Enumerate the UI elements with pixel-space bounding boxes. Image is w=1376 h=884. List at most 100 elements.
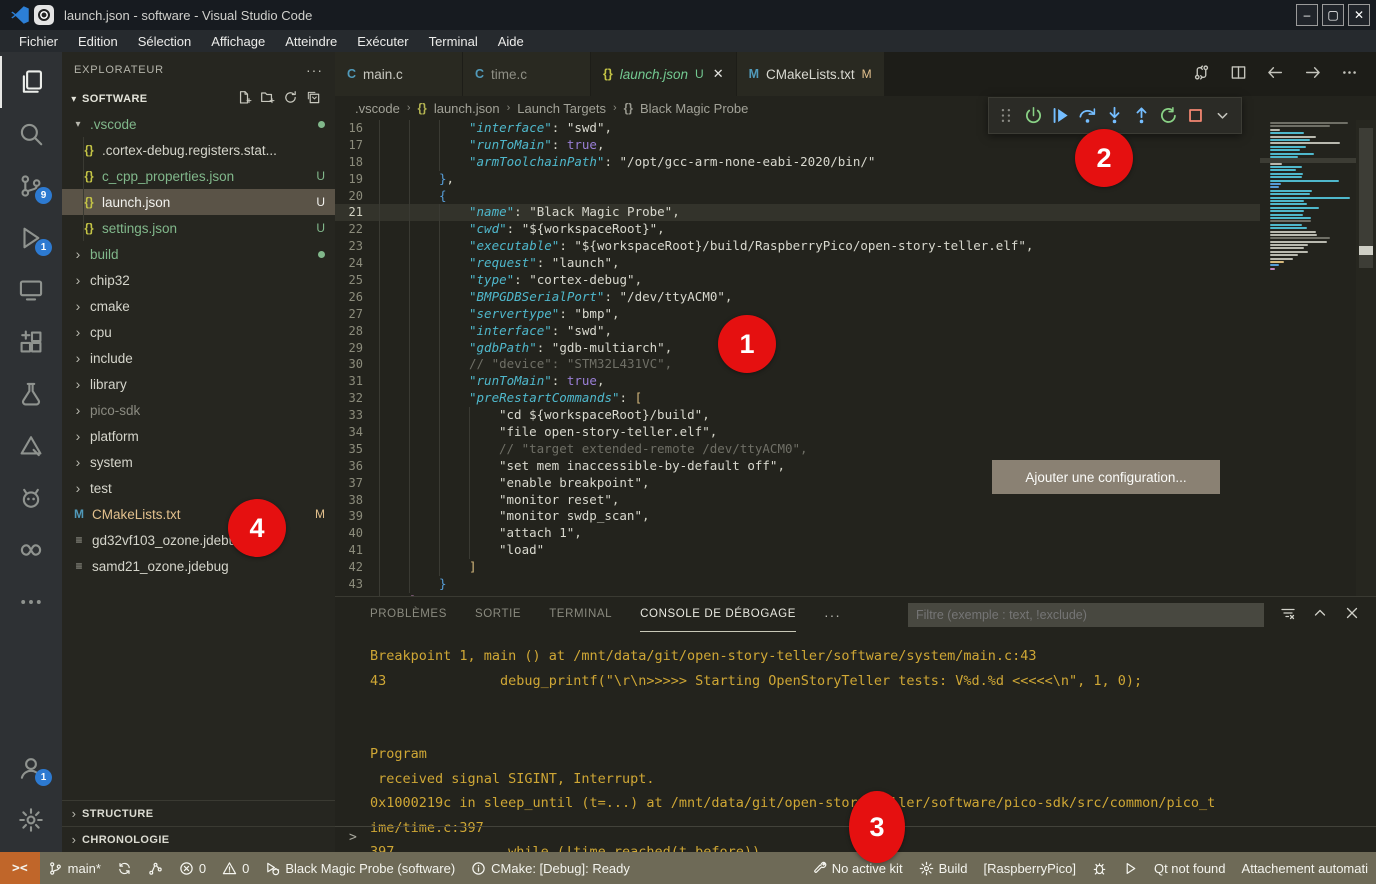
tree-file-samd21-ozone-jdebug[interactable]: ≡samd21_ozone.jdebug	[62, 553, 335, 579]
tab-main-c[interactable]: Cmain.c	[335, 52, 463, 96]
code-line[interactable]: 29"gdbPath": "gdb-multiarch",	[335, 340, 1376, 357]
tree-folder-build[interactable]: ›build	[62, 241, 335, 267]
status-build[interactable]: Build	[911, 852, 976, 884]
code-line[interactable]: 39"monitor swdp_scan",	[335, 508, 1376, 525]
breadcrumb-item[interactable]: launch.json	[434, 101, 500, 116]
code-line[interactable]: 42]	[335, 559, 1376, 576]
new-folder-icon[interactable]	[260, 90, 275, 108]
tree-folder-cpu[interactable]: ›cpu	[62, 319, 335, 345]
code-line[interactable]: 27"servertype": "bmp",	[335, 306, 1376, 323]
tree-folder-cmake[interactable]: ›cmake	[62, 293, 335, 319]
code-line[interactable]: 31"runToMain": true,	[335, 373, 1376, 390]
console-filter-input[interactable]	[908, 603, 1264, 627]
status-[interactable]: ><	[0, 852, 40, 884]
minimap[interactable]	[1260, 120, 1356, 596]
add-configuration-button[interactable]: Ajouter une configuration...	[992, 460, 1220, 494]
activity-run-and-debug[interactable]: 1	[0, 212, 62, 264]
arrow-right-icon[interactable]	[1304, 64, 1321, 84]
code-line[interactable]: 43}	[335, 576, 1376, 593]
status-qt-not-found[interactable]: Qt not found	[1146, 852, 1234, 884]
tab-CMakeLists-txt[interactable]: MCMakeLists.txtM	[737, 52, 885, 96]
menu-affichage[interactable]: Affichage	[202, 32, 274, 51]
code-line[interactable]: 28"interface": "swd",	[335, 323, 1376, 340]
code-line[interactable]: 26"BMPGDBSerialPort": "/dev/ttyACM0",	[335, 289, 1376, 306]
more-views-icon[interactable]	[1341, 64, 1358, 84]
activity-infinity-tool[interactable]	[0, 524, 62, 576]
tree-file-gd32vf103-ozone-jdebug[interactable]: ≡gd32vf103_ozone.jdebug	[62, 527, 335, 553]
breadcrumb-item[interactable]: .vscode	[355, 101, 400, 116]
new-file-icon[interactable]	[237, 90, 252, 108]
refresh-icon[interactable]	[283, 90, 298, 108]
tree-folder-chip32[interactable]: ›chip32	[62, 267, 335, 293]
status-sync[interactable]	[109, 852, 140, 884]
tree-folder-include[interactable]: ›include	[62, 345, 335, 371]
debug-stop-icon[interactable]	[1182, 102, 1209, 130]
editor-scrollbar[interactable]	[1356, 120, 1376, 596]
code-line[interactable]: 38"monitor reset",	[335, 492, 1376, 509]
chevron-up-icon[interactable]	[1312, 605, 1328, 624]
activity-testing[interactable]	[0, 368, 62, 420]
debug-chevron-down-icon[interactable]	[1209, 102, 1236, 130]
tab-close-icon[interactable]: ✕	[713, 66, 724, 82]
tree-folder--vscode[interactable]: ▾.vscode	[62, 111, 335, 137]
breadcrumb-item[interactable]: Black Magic Probe	[640, 101, 748, 116]
status-black-magic-probe-software[interactable]: Black Magic Probe (software)	[257, 852, 463, 884]
code-line[interactable]: 20{	[335, 188, 1376, 205]
menu-edition[interactable]: Edition	[69, 32, 127, 51]
code-line[interactable]: 30// "device": "STM32L431VC",	[335, 356, 1376, 373]
tree-folder-system[interactable]: ›system	[62, 449, 335, 475]
minimize-button[interactable]: –	[1296, 4, 1318, 26]
tree-file--cortex-debug-registers-stat-[interactable]: {}.cortex-debug.registers.stat...	[62, 137, 335, 163]
code-editor[interactable]: 16"interface": "swd",17"runToMain": true…	[335, 120, 1376, 596]
activity-account[interactable]: 1	[0, 742, 62, 794]
debug-restart-icon[interactable]	[1155, 102, 1182, 130]
status-0[interactable]: 0	[214, 852, 257, 884]
status-bug[interactable]	[1084, 852, 1115, 884]
activity-remote-explorer[interactable]	[0, 264, 62, 316]
tree-folder-library[interactable]: ›library	[62, 371, 335, 397]
menu-atteindre[interactable]: Atteindre	[276, 32, 346, 51]
code-line[interactable]: 40"attach 1",	[335, 525, 1376, 542]
panel-tab-terminal[interactable]: TERMINAL	[549, 597, 612, 632]
tree-folder-test[interactable]: ›test	[62, 475, 335, 501]
status-no-active-kit[interactable]: No active kit	[804, 852, 911, 884]
debug-power-icon[interactable]	[1020, 102, 1047, 130]
code-line[interactable]: 22"cwd": "${workspaceRoot}",	[335, 221, 1376, 238]
tree-file-c-cpp-properties-json[interactable]: {}c_cpp_properties.jsonU	[62, 163, 335, 189]
menu-fichier[interactable]: Fichier	[10, 32, 67, 51]
activity-settings[interactable]	[0, 794, 62, 846]
explorer-more-icon[interactable]: ···	[306, 62, 323, 78]
status-graph[interactable]	[140, 852, 171, 884]
status-cmake-debug-ready[interactable]: CMake: [Debug]: Ready	[463, 852, 638, 884]
code-line[interactable]: 18"armToolchainPath": "/opt/gcc-arm-none…	[335, 154, 1376, 171]
code-line[interactable]: 21"name": "Black Magic Probe",	[335, 204, 1376, 221]
activity-source-control[interactable]: 9	[0, 160, 62, 212]
menu-aide[interactable]: Aide	[489, 32, 533, 51]
menu-terminal[interactable]: Terminal	[420, 32, 487, 51]
debug-step-into-icon[interactable]	[1101, 102, 1128, 130]
debug-step-over-icon[interactable]	[1074, 102, 1101, 130]
code-line[interactable]: 35// "target extended-remote /dev/ttyACM…	[335, 441, 1376, 458]
code-line[interactable]: 33"cd ${workspaceRoot}/build",	[335, 407, 1376, 424]
maximize-button[interactable]: ▢	[1322, 4, 1344, 26]
activity-extensions[interactable]	[0, 316, 62, 368]
tab-launch-json[interactable]: {}launch.jsonU✕	[591, 52, 737, 96]
code-line[interactable]: 34"file open-story-teller.elf",	[335, 424, 1376, 441]
panel-tab-sortie[interactable]: SORTIE	[475, 597, 521, 632]
code-line[interactable]: 24"request": "launch",	[335, 255, 1376, 272]
panel-tab-problèmes[interactable]: PROBLÈMES	[370, 597, 447, 632]
close-icon[interactable]	[1344, 605, 1360, 624]
status-main[interactable]: main*	[40, 852, 109, 884]
collapse-all-icon[interactable]	[306, 90, 321, 108]
activity-more-views[interactable]	[0, 576, 62, 628]
tree-file-CMakeLists-txt[interactable]: MCMakeLists.txtM	[62, 501, 335, 527]
status-raspberrypico[interactable]: [RaspberryPico]	[975, 852, 1083, 884]
panel-tab-console-de-débogage[interactable]: CONSOLE DE DÉBOGAGE	[640, 597, 796, 632]
status-0[interactable]: 0	[171, 852, 214, 884]
compare-icon[interactable]	[1193, 64, 1210, 84]
activity-build-tools[interactable]	[0, 420, 62, 472]
tree-file-launch-json[interactable]: {}launch.jsonU	[62, 189, 335, 215]
activity-explorer[interactable]	[0, 56, 62, 108]
workspace-section-header[interactable]: ▾ SOFTWARE	[62, 87, 335, 111]
code-line[interactable]: 19},	[335, 171, 1376, 188]
